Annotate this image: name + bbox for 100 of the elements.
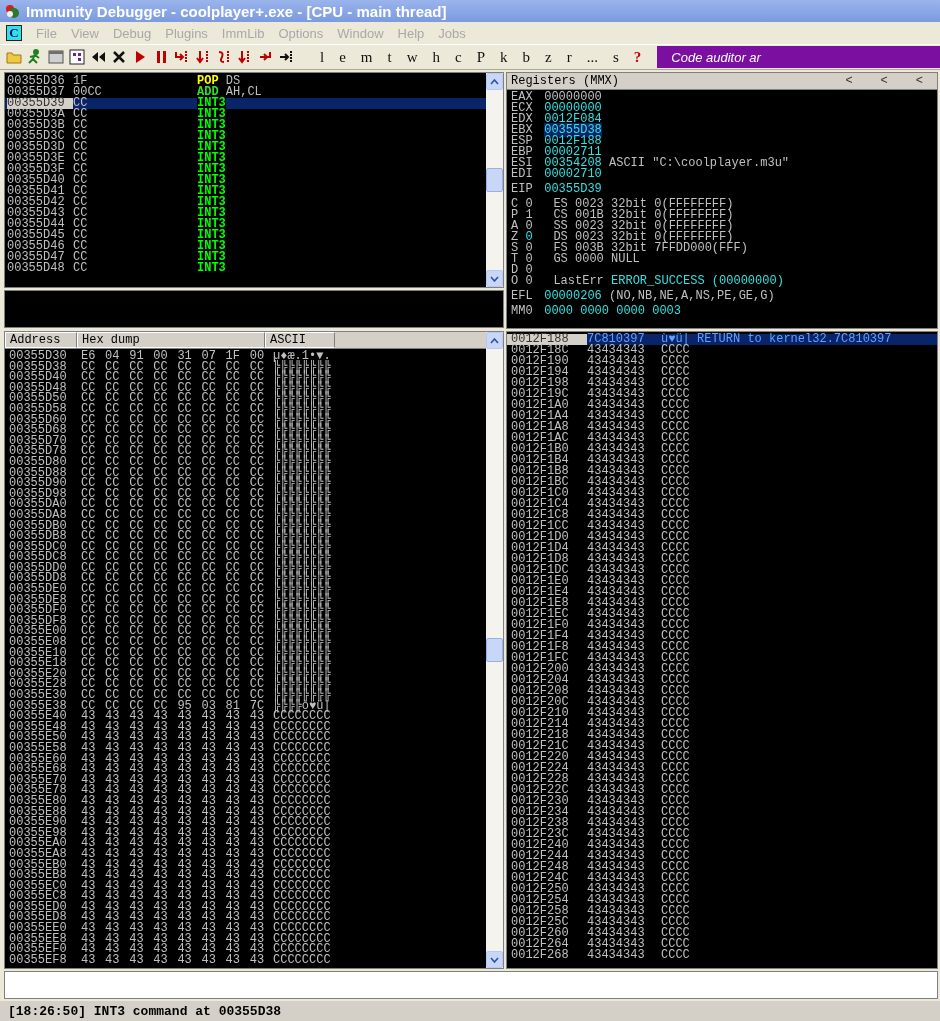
- stack-row[interactable]: 0012F218 43434343 CCCC: [507, 730, 937, 741]
- toolbar-letter-button[interactable]: m: [355, 48, 378, 66]
- scroll-down-button[interactable]: [486, 951, 503, 968]
- collapse-button[interactable]: <: [901, 74, 937, 88]
- stack-row[interactable]: 0012F23C 43434343 CCCC: [507, 829, 937, 840]
- stack-row[interactable]: 0012F1F8 43434343 CCCC: [507, 642, 937, 653]
- stack-row[interactable]: 0012F230 43434343 CCCC: [507, 796, 937, 807]
- scroll-down-button[interactable]: [486, 270, 503, 287]
- disassembly-row[interactable]: 00355D40 CC INT3: [5, 175, 486, 186]
- stack-row[interactable]: 0012F1CC 43434343 CCCC: [507, 521, 937, 532]
- stack-row[interactable]: 0012F258 43434343 CCCC: [507, 906, 937, 917]
- stack-row[interactable]: 0012F260 43434343 CCCC: [507, 928, 937, 939]
- flag-value[interactable]: 0: [525, 221, 554, 232]
- stack-row[interactable]: 0012F1D4 43434343 CCCC: [507, 543, 937, 554]
- toolbar-letter-button[interactable]: s: [607, 48, 624, 66]
- stack-row[interactable]: 0012F1F4 43434343 CCCC: [507, 631, 937, 642]
- stack-row[interactable]: 0012F254 43434343 CCCC: [507, 895, 937, 906]
- stack-row[interactable]: 0012F1B8 43434343 CCCC: [507, 466, 937, 477]
- stack-row[interactable]: 0012F1F0 43434343 CCCC: [507, 620, 937, 631]
- command-input[interactable]: [4, 971, 938, 999]
- stack-row[interactable]: 0012F1D8 43434343 CCCC: [507, 554, 937, 565]
- stack-row[interactable]: 0012F22C 43434343 CCCC: [507, 785, 937, 796]
- disassembly-row[interactable]: 00355D44 CC INT3: [5, 219, 486, 230]
- stack-row[interactable]: 0012F1AC 43434343 CCCC: [507, 433, 937, 444]
- toolbar-letter-button[interactable]: r: [561, 48, 577, 66]
- scrollbar[interactable]: [486, 332, 503, 968]
- rewind-icon[interactable]: [90, 49, 106, 65]
- stack-row[interactable]: 0012F1DC 43434343 CCCC: [507, 565, 937, 576]
- stack-row[interactable]: 0012F21C 43434343 CCCC: [507, 741, 937, 752]
- toolbar-letter-button[interactable]: e: [334, 48, 351, 66]
- stack-row[interactable]: 0012F264 43434343 CCCC: [507, 939, 937, 950]
- stack-row[interactable]: 0012F25C 43434343 CCCC: [507, 917, 937, 928]
- grid-icon[interactable]: [69, 49, 85, 65]
- stack-row[interactable]: 0012F1B4 43434343 CCCC: [507, 455, 937, 466]
- disassembly-row[interactable]: 00355D41 CC INT3: [5, 186, 486, 197]
- stack-row[interactable]: 0012F214 43434343 CCCC: [507, 719, 937, 730]
- stack-row[interactable]: 0012F1D0 43434343 CCCC: [507, 532, 937, 543]
- stack-row[interactable]: 0012F20C 43434343 CCCC: [507, 697, 937, 708]
- disassembly-row[interactable]: 00355D3C CC INT3: [5, 131, 486, 142]
- disassembly-row[interactable]: 00355D37 00CC ADD AH,CL: [5, 87, 486, 98]
- step-arrow-icon[interactable]: [279, 49, 295, 65]
- toolbar-letter-button[interactable]: ...: [581, 48, 603, 66]
- column-header[interactable]: Address: [5, 332, 77, 348]
- close-icon[interactable]: [111, 49, 127, 65]
- stack-row[interactable]: 0012F1A0 43434343 CCCC: [507, 400, 937, 411]
- collapse-button[interactable]: <: [831, 74, 867, 88]
- stack-row[interactable]: 0012F1C4 43434343 CCCC: [507, 499, 937, 510]
- stack-row[interactable]: 0012F194 43434343 CCCC: [507, 367, 937, 378]
- stack-row[interactable]: 0012F1A8 43434343 CCCC: [507, 422, 937, 433]
- scroll-up-button[interactable]: [486, 332, 503, 349]
- collapse-button[interactable]: <: [866, 74, 902, 88]
- toolbar-letter-button[interactable]: t: [382, 48, 397, 66]
- register-value[interactable]: 00002710: [544, 167, 602, 181]
- flag-value[interactable]: 0: [525, 276, 554, 287]
- register-value[interactable]: 00000206: [544, 289, 602, 303]
- stack-row[interactable]: 0012F1B0 43434343 CCCC: [507, 444, 937, 455]
- stack-row[interactable]: 0012F210 43434343 CCCC: [507, 708, 937, 719]
- stack-row[interactable]: 0012F24C 43434343 CCCC: [507, 873, 937, 884]
- disassembly-row[interactable]: 00355D46 CC INT3: [5, 241, 486, 252]
- stack-row[interactable]: 0012F224 43434343 CCCC: [507, 763, 937, 774]
- toolbar-letter-button[interactable]: z: [540, 48, 557, 66]
- stack-row[interactable]: 0012F240 43434343 CCCC: [507, 840, 937, 851]
- disassembly-row[interactable]: 00355D48 CC INT3: [5, 263, 486, 274]
- stack-row[interactable]: 0012F268 43434343 CCCC: [507, 950, 937, 961]
- flag-value[interactable]: 0: [525, 265, 554, 276]
- toolbar-letter-button[interactable]: c: [450, 48, 467, 66]
- stack-row[interactable]: 0012F1EC 43434343 CCCC: [507, 609, 937, 620]
- disassembly-row[interactable]: 00355D47 CC INT3: [5, 252, 486, 263]
- stack-row[interactable]: 0012F208 43434343 CCCC: [507, 686, 937, 697]
- stack-row[interactable]: 0012F1A4 43434343 CCCC: [507, 411, 937, 422]
- disassembly-row[interactable]: 00355D36 1F POP DS: [5, 76, 486, 87]
- toolbar-letter-button[interactable]: b: [517, 48, 536, 66]
- scroll-up-button[interactable]: [486, 73, 503, 90]
- register-value[interactable]: 00355D39: [544, 182, 602, 196]
- stack-row[interactable]: 0012F248 43434343 CCCC: [507, 862, 937, 873]
- flag-value[interactable]: 0: [525, 254, 554, 265]
- toolbar-letter-button[interactable]: l: [315, 48, 330, 66]
- toolbar-letter-button[interactable]: w: [401, 48, 423, 66]
- stack-row[interactable]: 0012F1C0 43434343 CCCC: [507, 488, 937, 499]
- stack-row[interactable]: 0012F1FC 43434343 CCCC: [507, 653, 937, 664]
- stack-row[interactable]: 0012F238 43434343 CCCC: [507, 818, 937, 829]
- disassembly-row[interactable]: 00355D3F CC INT3: [5, 164, 486, 175]
- stack-row[interactable]: 0012F204 43434343 CCCC: [507, 675, 937, 686]
- flag-value[interactable]: 0: [525, 243, 554, 254]
- flag-value[interactable]: 0: [525, 199, 554, 210]
- disassembly-row[interactable]: 00355D39 CC INT3: [5, 98, 486, 109]
- toolbar-letter-button[interactable]: k: [495, 48, 513, 66]
- flag-value[interactable]: 1: [525, 210, 554, 221]
- app-menu-button[interactable]: C: [6, 25, 22, 41]
- scrollbar[interactable]: [486, 73, 503, 287]
- disassembly-row[interactable]: 00355D3B CC INT3: [5, 120, 486, 131]
- disassembly-row[interactable]: 00355D3A CC INT3: [5, 109, 486, 120]
- stack-row[interactable]: 0012F198 43434343 CCCC: [507, 378, 937, 389]
- stack-row[interactable]: 0012F250 43434343 CCCC: [507, 884, 937, 895]
- window-icon[interactable]: [48, 49, 64, 65]
- help-button[interactable]: ?: [628, 48, 647, 66]
- disassembly-row[interactable]: 00355D45 CC INT3: [5, 230, 486, 241]
- register-value[interactable]: 0000 0000 0000 0003: [544, 304, 682, 318]
- toolbar-letter-button[interactable]: P: [471, 48, 491, 66]
- stack-row[interactable]: 0012F19C 43434343 CCCC: [507, 389, 937, 400]
